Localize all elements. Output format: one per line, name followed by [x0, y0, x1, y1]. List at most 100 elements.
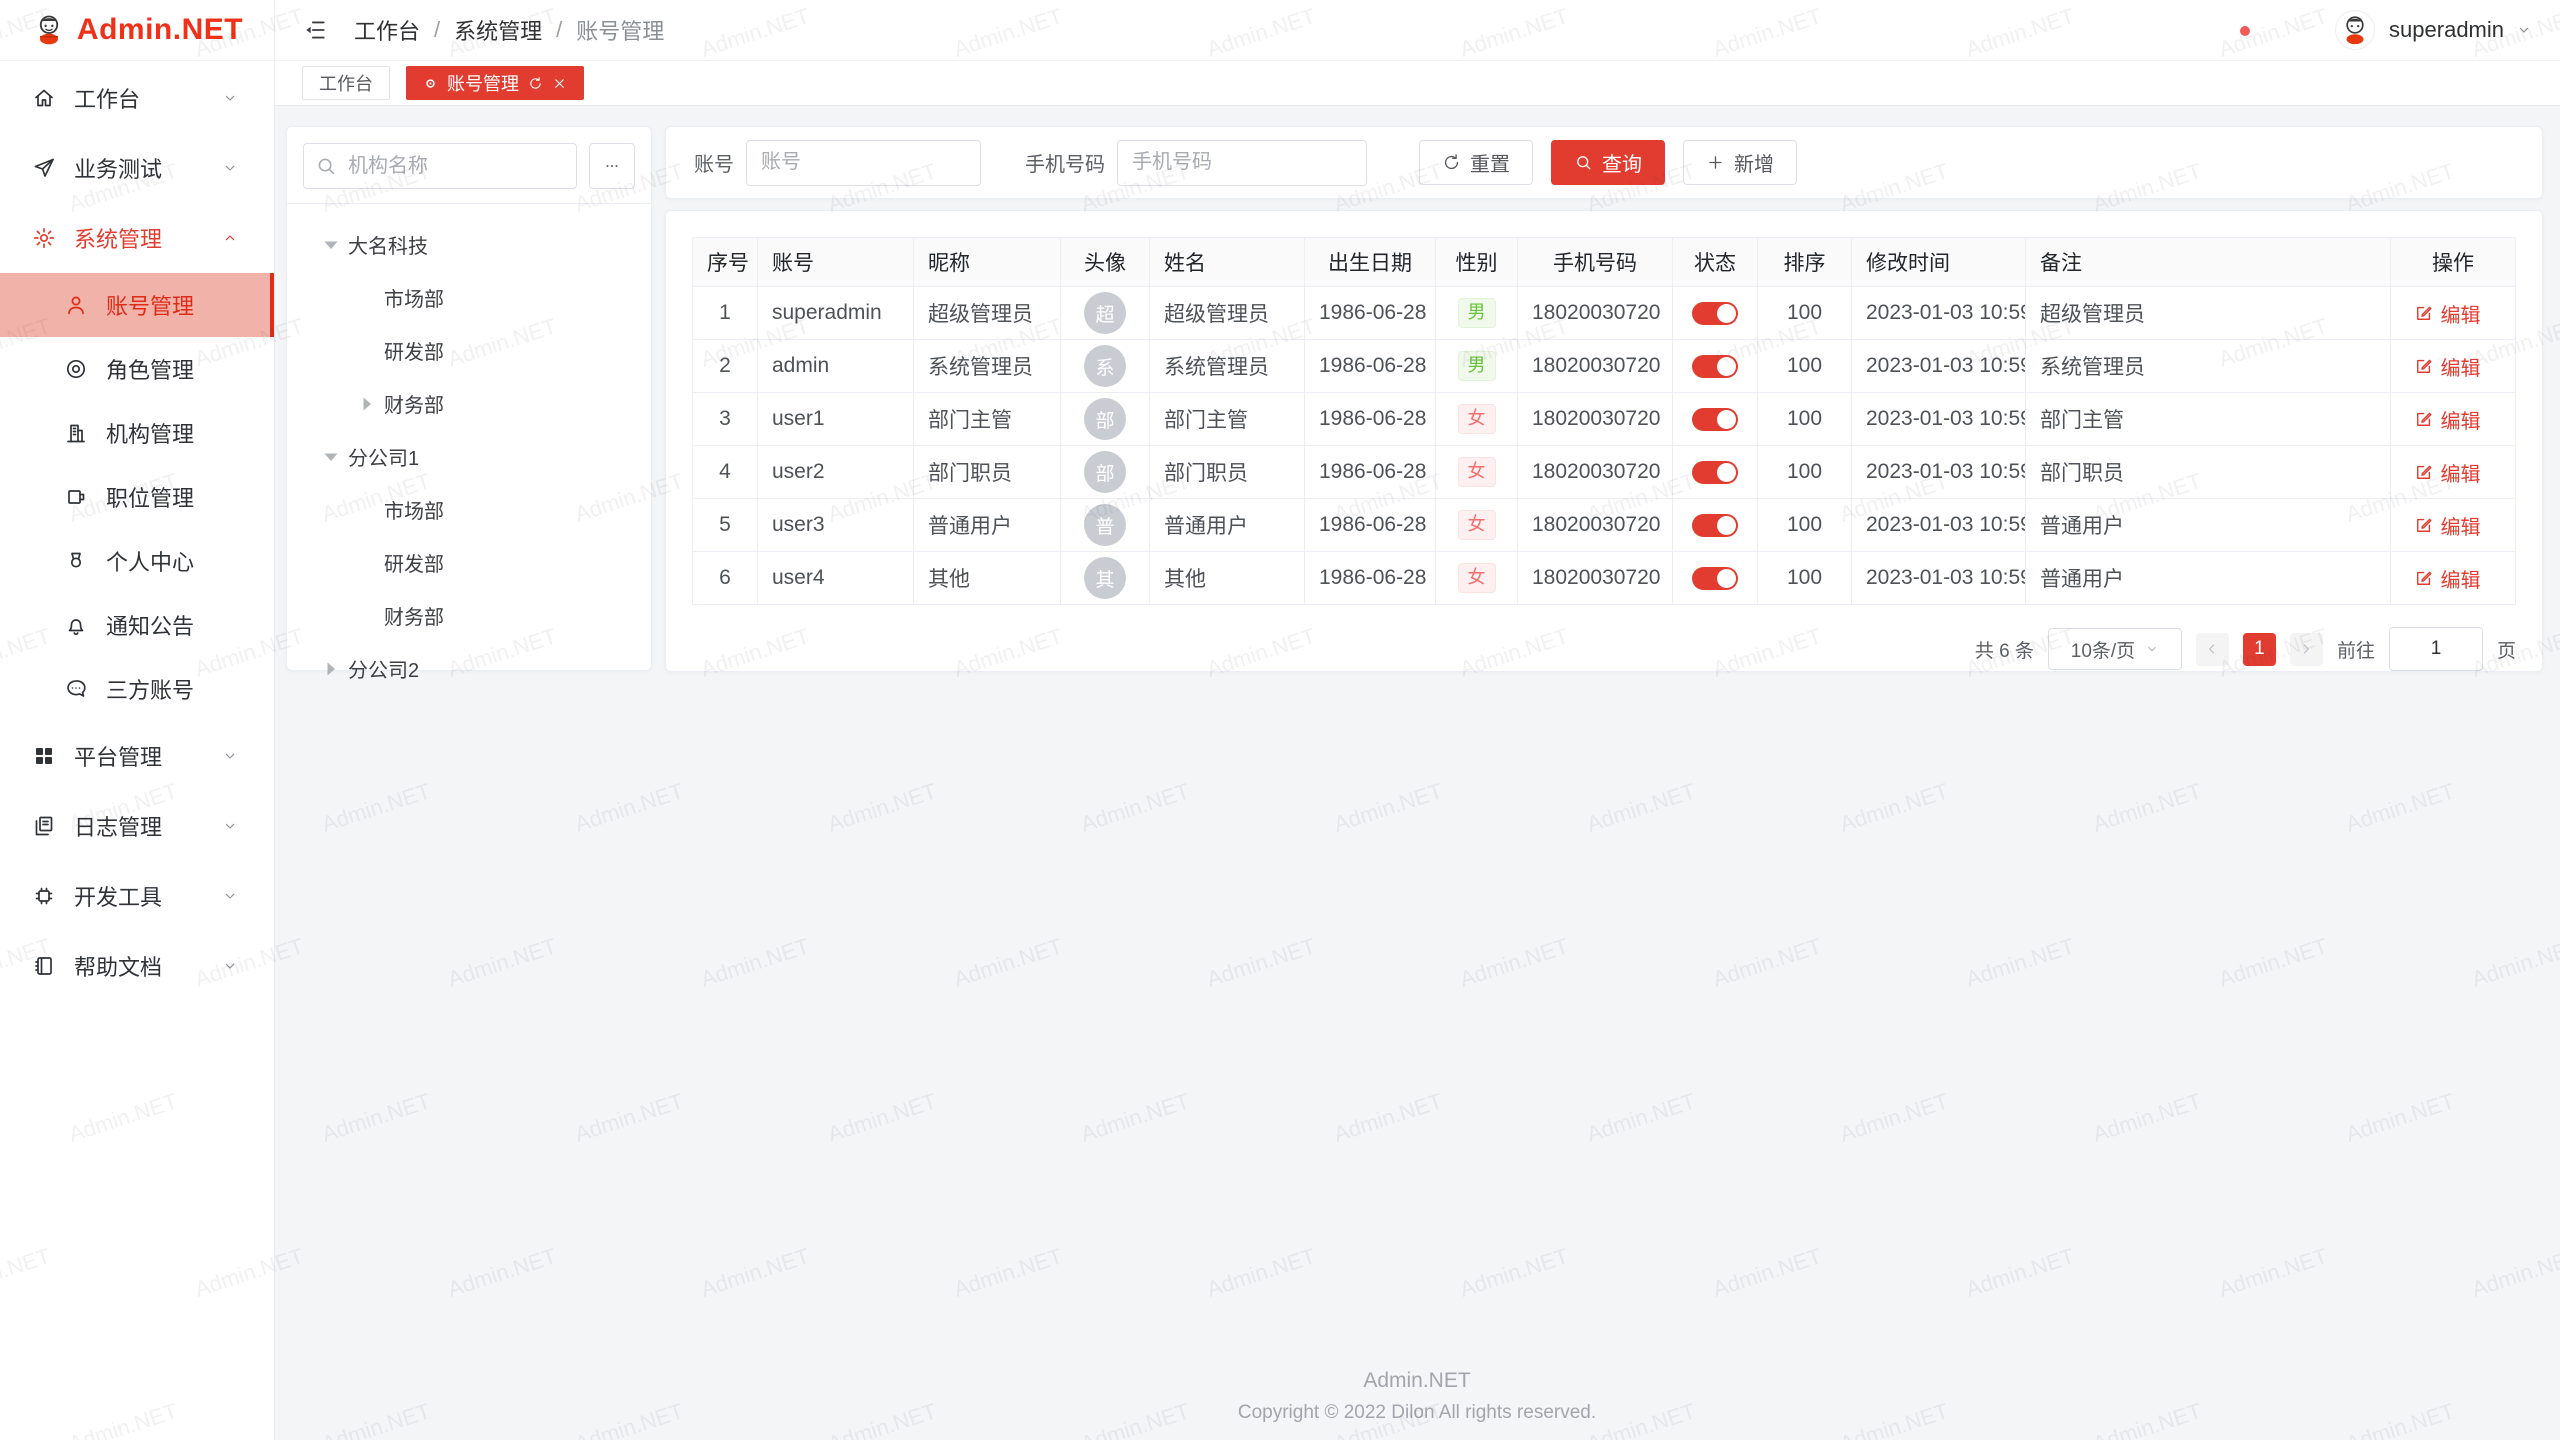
- sidebar-item-role-mgmt[interactable]: 角色管理: [0, 337, 274, 401]
- org-more-button[interactable]: [589, 143, 635, 189]
- status-toggle[interactable]: [1692, 355, 1738, 378]
- sidebar-item-account-mgmt[interactable]: 账号管理: [0, 273, 274, 337]
- edit-button[interactable]: 编辑: [2414, 299, 2481, 328]
- cell-remark: 部门职员: [2026, 446, 2391, 499]
- caret-right-icon[interactable]: [319, 657, 343, 681]
- row-avatar: 普: [1084, 504, 1126, 546]
- search-icon: [315, 155, 337, 177]
- menu-fold-icon[interactable]: [302, 17, 328, 43]
- username[interactable]: superadmin: [2389, 17, 2504, 43]
- sidebar-item-personal-center[interactable]: 个人中心: [0, 529, 274, 593]
- breadcrumb-item-workbench[interactable]: 工作台: [354, 14, 420, 46]
- column-header: 操作: [2391, 238, 2516, 287]
- user-avatar[interactable]: [2335, 10, 2375, 50]
- edit-icon: [2414, 409, 2434, 429]
- cell-account: user2: [758, 446, 914, 499]
- org-tree-node[interactable]: 研发部: [303, 324, 635, 377]
- page-size-select[interactable]: 10条/页: [2048, 628, 2182, 670]
- phone-label: 手机号码: [1025, 148, 1105, 177]
- gender-badge: 男: [1458, 298, 1496, 328]
- arrow-left-icon: [2204, 641, 2220, 657]
- tab-account-mgmt[interactable]: 账号管理: [406, 66, 584, 100]
- org-tree-node[interactable]: 大名科技: [303, 218, 635, 271]
- sidebar-item-log-mgmt[interactable]: 日志管理: [0, 791, 274, 861]
- sidebar-item-workbench[interactable]: 工作台: [0, 63, 274, 133]
- cell-seq: 4: [693, 446, 758, 499]
- status-toggle[interactable]: [1692, 567, 1738, 590]
- cell-gender: 男: [1436, 287, 1518, 340]
- cell-phone: 18020030720: [1518, 499, 1673, 552]
- row-operations: 编辑: [2405, 564, 2501, 593]
- sidebar-item-third-account[interactable]: 三方账号: [0, 657, 274, 721]
- breadcrumb-item-system-mgmt[interactable]: 系统管理: [454, 14, 542, 46]
- edit-button[interactable]: 编辑: [2414, 564, 2481, 593]
- sidebar-item-position-mgmt[interactable]: 职位管理: [0, 465, 274, 529]
- column-header: 姓名: [1150, 238, 1305, 287]
- prev-page-button[interactable]: [2196, 633, 2229, 666]
- cell-order: 100: [1758, 393, 1852, 446]
- cell-status: [1673, 446, 1758, 499]
- cell-birthdate: 1986-06-28: [1305, 446, 1436, 499]
- org-tree-node[interactable]: 财务部: [303, 377, 635, 430]
- cell-seq: 2: [693, 340, 758, 393]
- sidebar-item-help-docs[interactable]: 帮助文档: [0, 931, 274, 1001]
- org-tree-node[interactable]: 市场部: [303, 483, 635, 536]
- org-tree-node[interactable]: 财务部: [303, 589, 635, 642]
- position-icon: [64, 485, 88, 509]
- sidebar-item-label: 通知公告: [106, 609, 194, 641]
- sidebar-item-dev-tools[interactable]: 开发工具: [0, 861, 274, 931]
- sidebar-item-label: 职位管理: [106, 481, 194, 513]
- table-row: 4user2部门职员部部门职员1986-06-28女18020030720100…: [693, 446, 2516, 499]
- refresh-icon[interactable]: [528, 76, 543, 91]
- cell-nickname: 部门职员: [914, 446, 1061, 499]
- org-tree-node[interactable]: 分公司2: [303, 642, 635, 695]
- status-toggle[interactable]: [1692, 408, 1738, 431]
- sidebar-item-platform-mgmt[interactable]: 平台管理: [0, 721, 274, 791]
- logo[interactable]: Admin.NET: [0, 0, 274, 61]
- user-menu-chevron-icon[interactable]: [2516, 22, 2532, 38]
- search-button[interactable]: 查询: [1551, 140, 1665, 185]
- next-page-button[interactable]: [2290, 633, 2323, 666]
- cell-birthdate: 1986-06-28: [1305, 499, 1436, 552]
- search-icon: [1574, 153, 1593, 172]
- cell-status: [1673, 287, 1758, 340]
- cell-birthdate: 1986-06-28: [1305, 340, 1436, 393]
- org-tree-node[interactable]: 研发部: [303, 536, 635, 589]
- goto-page-input[interactable]: [2389, 627, 2483, 671]
- phone-input[interactable]: [1117, 140, 1367, 186]
- sidebar-item-org-mgmt[interactable]: 机构管理: [0, 401, 274, 465]
- tab-workbench[interactable]: 工作台: [302, 66, 390, 100]
- org-tree-node[interactable]: 分公司1: [303, 430, 635, 483]
- edit-button[interactable]: 编辑: [2414, 405, 2481, 434]
- org-tree-node[interactable]: 市场部: [303, 271, 635, 324]
- caret-right-icon[interactable]: [355, 392, 379, 416]
- caret-down-icon[interactable]: [319, 445, 343, 469]
- reset-button[interactable]: 重置: [1419, 140, 1533, 185]
- cell-phone: 18020030720: [1518, 287, 1673, 340]
- breadcrumb-separator: /: [434, 17, 440, 43]
- sidebar-item-business-test[interactable]: 业务测试: [0, 133, 274, 203]
- status-toggle[interactable]: [1692, 302, 1738, 325]
- account-input[interactable]: [746, 140, 981, 186]
- tree-node-label: 大名科技: [348, 230, 428, 259]
- org-search-input[interactable]: [303, 143, 577, 189]
- edit-button[interactable]: 编辑: [2414, 458, 2481, 487]
- sidebar-item-notice[interactable]: 通知公告: [0, 593, 274, 657]
- edit-label: 编辑: [2441, 511, 2481, 540]
- cell-operations: 编辑: [2391, 340, 2516, 393]
- status-toggle[interactable]: [1692, 461, 1738, 484]
- edit-button[interactable]: 编辑: [2414, 352, 2481, 381]
- edit-button[interactable]: 编辑: [2414, 511, 2481, 540]
- cell-gender: 女: [1436, 393, 1518, 446]
- status-toggle[interactable]: [1692, 514, 1738, 537]
- cell-gender: 男: [1436, 340, 1518, 393]
- sidebar-item-system-mgmt[interactable]: 系统管理: [0, 203, 274, 273]
- chevron-down-icon: [222, 888, 238, 904]
- current-page-button[interactable]: 1: [2243, 633, 2276, 666]
- app-title: Admin.NET: [77, 13, 243, 47]
- sidebar-item-label: 个人中心: [106, 545, 194, 577]
- add-button[interactable]: 新增: [1683, 140, 1797, 185]
- close-icon[interactable]: [552, 76, 567, 91]
- caret-down-icon[interactable]: [319, 233, 343, 257]
- column-header: 性别: [1436, 238, 1518, 287]
